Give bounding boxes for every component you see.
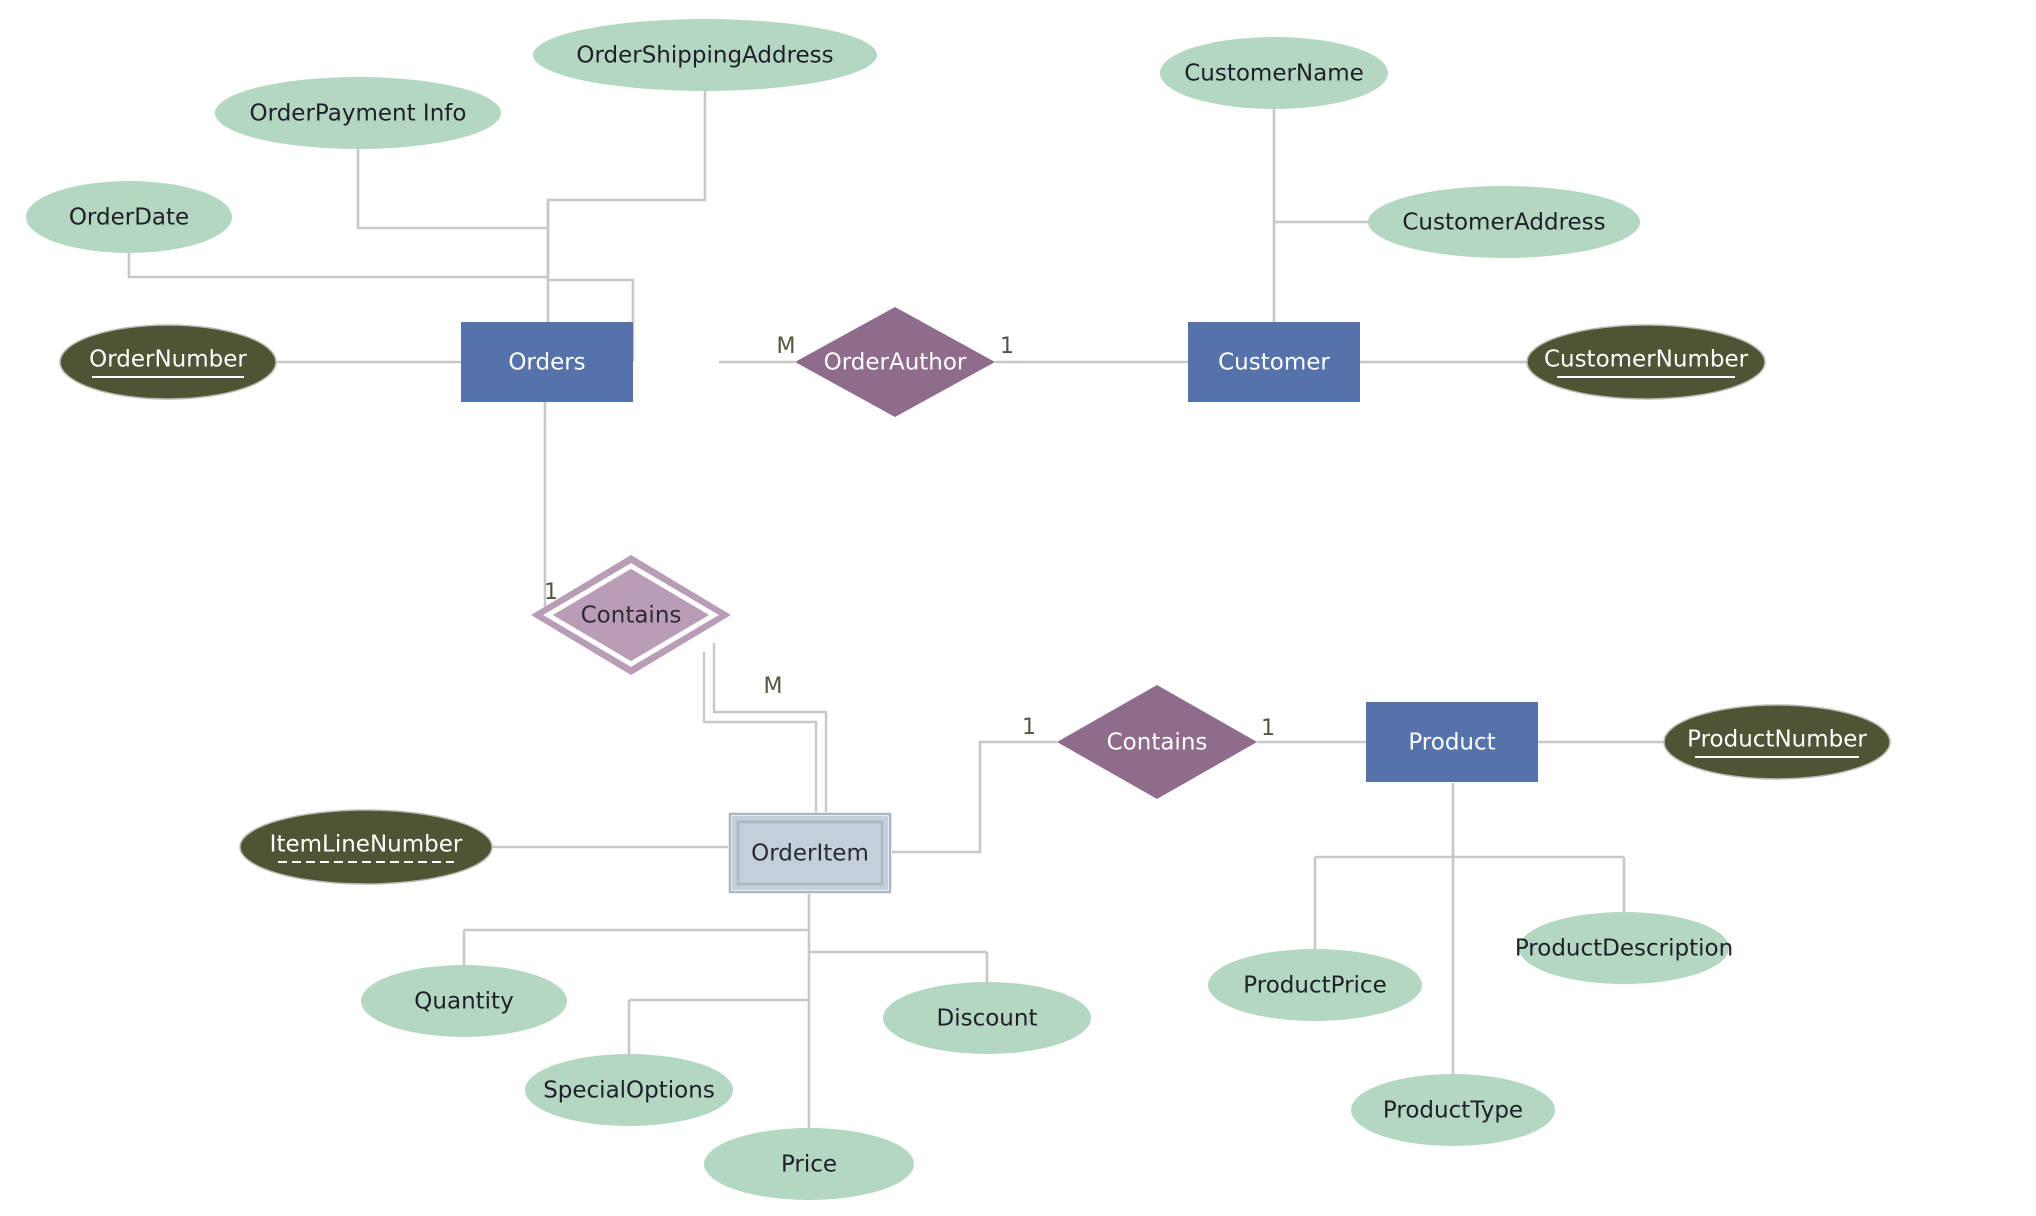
key-attribute-label: OrderNumber xyxy=(89,347,247,373)
attribute-label: Quantity xyxy=(414,989,513,1015)
key-attribute-customernumber[interactable]: CustomerNumber xyxy=(1526,324,1766,400)
relationship-orderauthor[interactable]: OrderAuthor xyxy=(795,307,995,417)
attribute-label: CustomerAddress xyxy=(1402,210,1605,236)
relationship-layer: OrderAuthor Contains Contains xyxy=(531,307,1257,799)
cardinality-contains-orderitem: M xyxy=(764,674,783,699)
cardinality-contains-product: 1 xyxy=(1261,716,1275,741)
attribute-label: ProductType xyxy=(1383,1098,1523,1124)
relationship-contains-product[interactable]: Contains xyxy=(1057,685,1257,799)
entity-orders[interactable]: Orders xyxy=(461,322,633,402)
conn-ordershippingaddress-orders xyxy=(546,91,707,362)
relationship-contains-order[interactable]: Contains xyxy=(531,555,731,675)
relationship-label: Contains xyxy=(1107,730,1208,756)
conn-contains-orderitem xyxy=(702,643,828,814)
key-attribute-layer: OrderNumber CustomerNumber ProductNumber… xyxy=(59,324,1891,885)
conn-orderitem-discount xyxy=(809,950,989,982)
conn-orderitem-specialoptions xyxy=(627,998,809,1054)
key-attribute-label: ItemLineNumber xyxy=(270,832,463,858)
entity-customer[interactable]: Customer xyxy=(1188,322,1360,402)
er-diagram-canvas: OrderDate OrderPayment Info OrderShippin… xyxy=(0,0,2036,1216)
attribute-layer: OrderDate OrderPayment Info OrderShippin… xyxy=(26,19,1733,1200)
attribute-label: OrderDate xyxy=(69,205,189,231)
conn-orderdate-orders xyxy=(127,253,548,279)
cardinality-orders-orderauthor: M xyxy=(777,334,796,359)
attribute-label: ProductPrice xyxy=(1243,973,1386,999)
key-attribute-itemlinenumber[interactable]: ItemLineNumber xyxy=(239,809,493,885)
attribute-customeraddress[interactable]: CustomerAddress xyxy=(1368,186,1640,258)
attribute-orderpaymentinfo[interactable]: OrderPayment Info xyxy=(215,77,501,149)
attribute-specialoptions[interactable]: SpecialOptions xyxy=(525,1054,733,1126)
attribute-quantity[interactable]: Quantity xyxy=(361,965,567,1037)
entity-label: OrderItem xyxy=(751,841,869,867)
entity-product[interactable]: Product xyxy=(1366,702,1538,782)
attribute-label: OrderPayment Info xyxy=(250,101,467,127)
cardinality-orderitem-contains: 1 xyxy=(1022,715,1036,740)
attribute-label: Discount xyxy=(937,1006,1038,1032)
conn-orderitem-contains2 xyxy=(890,740,1057,854)
cardinality-orderauthor-customer: 1 xyxy=(1000,334,1014,359)
key-attribute-label: CustomerNumber xyxy=(1544,347,1749,373)
attribute-productdescription[interactable]: ProductDescription xyxy=(1515,912,1733,984)
attribute-label: Price xyxy=(781,1152,837,1178)
entity-label: Orders xyxy=(508,350,585,376)
entity-label: Product xyxy=(1408,730,1495,756)
relationship-label: OrderAuthor xyxy=(824,350,967,376)
attribute-discount[interactable]: Discount xyxy=(883,982,1091,1054)
attribute-label: ProductDescription xyxy=(1515,936,1733,962)
key-attribute-productnumber[interactable]: ProductNumber xyxy=(1663,704,1891,780)
attribute-orderdate[interactable]: OrderDate xyxy=(26,181,232,253)
relationship-label: Contains xyxy=(581,603,682,629)
er-diagram: OrderDate OrderPayment Info OrderShippin… xyxy=(26,19,1891,1200)
attribute-label: CustomerName xyxy=(1184,61,1364,87)
key-attribute-ordernumber[interactable]: OrderNumber xyxy=(59,324,277,400)
entity-label: Customer xyxy=(1218,350,1330,376)
entity-orderitem[interactable]: OrderItem xyxy=(728,812,892,894)
attribute-customername[interactable]: CustomerName xyxy=(1160,37,1388,109)
key-attribute-label: ProductNumber xyxy=(1687,727,1867,753)
attribute-label: SpecialOptions xyxy=(543,1078,715,1104)
attribute-producttype[interactable]: ProductType xyxy=(1351,1074,1555,1146)
conn-orderitem-quantity xyxy=(462,928,809,965)
attribute-label: OrderShippingAddress xyxy=(576,43,833,69)
cardinality-orders-contains: 1 xyxy=(544,580,558,605)
conn-orderpaymentinfo-orders xyxy=(356,149,548,230)
attribute-price[interactable]: Price xyxy=(704,1128,914,1200)
attribute-productprice[interactable]: ProductPrice xyxy=(1208,949,1422,1021)
attribute-ordershippingaddress[interactable]: OrderShippingAddress xyxy=(533,19,877,91)
